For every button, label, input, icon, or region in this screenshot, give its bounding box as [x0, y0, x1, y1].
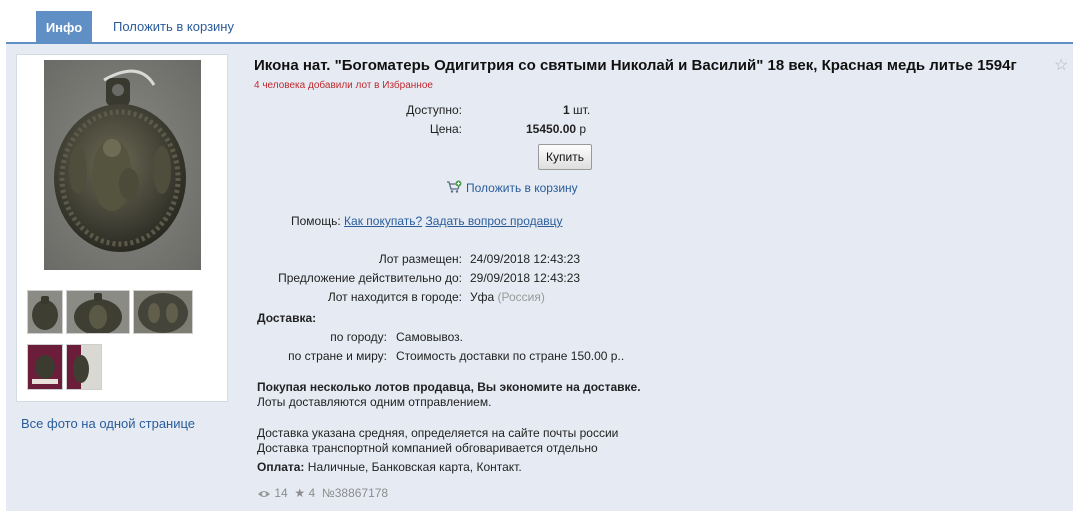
valid-until-value: 29/09/2018 12:43:23	[470, 271, 581, 285]
thumbnail-2[interactable]	[66, 290, 130, 334]
help-row: Помощь: Как покупать? Задать вопрос прод…	[291, 214, 563, 228]
tab-bar: Инфо Положить в корзину	[0, 0, 1073, 44]
lot-title: Икона нат. "Богоматерь Одигитрия со свят…	[254, 57, 1017, 74]
valid-until-label: Предложение действительно до:	[278, 271, 462, 285]
favorites-count: 4	[308, 486, 316, 500]
thumbnail-1[interactable]	[27, 290, 63, 334]
city-country: (Россия)	[497, 290, 545, 304]
delivery-city-value: Самовывоз.	[396, 330, 464, 344]
thumbnail-3[interactable]	[133, 290, 193, 334]
buy-button[interactable]: Купить	[538, 144, 592, 170]
star-icon: ★	[294, 486, 306, 500]
delivery-note-1: Доставка указана средняя, определяется н…	[257, 426, 619, 440]
how-to-buy-link[interactable]: Как покупать?	[344, 214, 422, 228]
lot-number: №38867178	[321, 486, 389, 500]
views-count: 14	[274, 486, 288, 500]
delivery-country-value: Стоимость доставки по стране 150.00 р..	[396, 349, 625, 363]
eye-icon	[257, 488, 271, 502]
available-value: 1 шт.	[563, 103, 590, 117]
cart-add-icon	[446, 180, 462, 194]
ask-seller-link[interactable]: Задать вопрос продавцу	[426, 214, 563, 228]
thumbnail-5[interactable]	[66, 344, 102, 390]
tab-add-to-cart[interactable]: Положить в корзину	[113, 19, 234, 34]
available-count: 1	[563, 103, 570, 117]
payment-value: Наличные, Банковская карта, Контакт.	[307, 460, 522, 474]
delivery-heading: Доставка:	[257, 311, 317, 325]
city-label: Лот находится в городе:	[327, 290, 462, 304]
price-amount: 15450.00	[526, 122, 577, 136]
available-unit: шт.	[573, 103, 591, 117]
favorites-note: 4 человека добавили лот в Избранное	[254, 80, 433, 91]
add-to-cart-label: Положить в корзину	[466, 181, 578, 195]
star-outline-icon[interactable]: ☆	[1054, 55, 1068, 75]
add-to-cart-link[interactable]: Положить в корзину	[446, 180, 578, 195]
price-currency: р	[579, 122, 587, 136]
delivery-country-label: по стране и миру:	[288, 349, 387, 363]
payment-label: Оплата:	[257, 460, 305, 474]
available-label: Доступно:	[406, 103, 462, 117]
delivery-city-label: по городу:	[330, 330, 387, 344]
lot-stats: 14 ★ 4 №38867178	[257, 486, 388, 502]
help-label: Помощь:	[291, 214, 341, 228]
city-name: Уфа	[470, 290, 495, 304]
payment-row: Оплата: Наличные, Банковская карта, Конт…	[257, 460, 522, 474]
placed-label: Лот размещен:	[378, 252, 462, 266]
placed-value: 24/09/2018 12:43:23	[470, 252, 581, 266]
all-photos-link[interactable]: Все фото на одной странице	[21, 416, 195, 431]
price-value: 15450.00 р	[526, 122, 586, 136]
main-photo[interactable]	[44, 60, 201, 270]
city-value: Уфа (Россия)	[470, 290, 545, 304]
thumbnail-4[interactable]	[27, 344, 63, 390]
price-label: Цена:	[429, 122, 462, 136]
delivery-note-2: Доставка транспортной компанией обговари…	[257, 441, 598, 455]
delivery-promo: Покупая несколько лотов продавца, Вы эко…	[257, 380, 641, 394]
delivery-promo-note: Лоты доставляются одним отправлением.	[257, 395, 492, 409]
tab-info[interactable]: Инфо	[36, 11, 92, 43]
